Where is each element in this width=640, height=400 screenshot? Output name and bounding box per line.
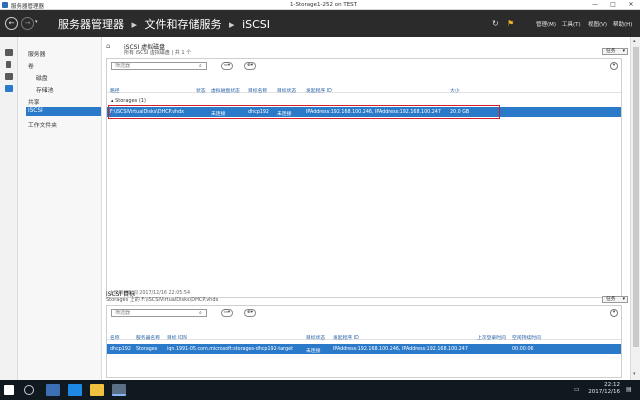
highlight-annotation-box	[108, 105, 500, 119]
network-icon[interactable]: ▭	[574, 386, 580, 393]
clock-time: 22:12	[604, 382, 620, 388]
server-manager-app-icon	[2, 2, 8, 8]
notification-icon[interactable]: ▤	[626, 386, 632, 393]
targets-filter-input[interactable]: 筛选器	[111, 309, 207, 317]
app-header: ← → ▾ 服务器管理器 ▸ 文件和存储服务 ▸ iSCSI ↻ ⚑ 管理(M)…	[0, 10, 640, 37]
taskbar-clock[interactable]: 22:12 2017/12/16	[588, 382, 620, 396]
menu-tools[interactable]: 工具(T)	[562, 20, 581, 28]
virtual-disks-subtitle: 所有 iSCSI 虚拟磁盘 | 共 1 个	[124, 50, 192, 56]
main-content: ⌂ iSCSI 虚拟磁盘 所有 iSCSI 虚拟磁盘 | 共 1 个 任务 筛选…	[102, 37, 630, 380]
virtual-disks-filter-input[interactable]: 筛选器	[111, 62, 207, 70]
search-icon[interactable]	[24, 385, 34, 395]
cell-idle-duration: 00:00:06	[512, 346, 534, 352]
table-row[interactable]: dhcp192 Storages iqn.1991-05.com.microso…	[107, 344, 621, 354]
virtual-disks-grid: 筛选器 ⌕ ☷▾ ⊕▾ ▾ 路径 状态 虚拟磁盘状态 目标名称 目标状态 发起程…	[106, 58, 622, 298]
col-status[interactable]: 状态	[196, 87, 206, 94]
search-icon[interactable]: ⌕	[199, 63, 202, 69]
taskbar: ▭ 22:12 2017/12/16 ▤	[0, 380, 640, 400]
breadcrumb: 服务器管理器 ▸ 文件和存储服务 ▸ iSCSI	[58, 16, 274, 32]
col-size[interactable]: 大小	[450, 87, 460, 94]
virtual-disk-icon: ⌂	[106, 42, 111, 50]
col-idle-duration[interactable]: 空闲持续时间	[512, 334, 541, 341]
cell-server-name: Storages	[136, 346, 158, 352]
ie-browser-icon[interactable]	[68, 384, 82, 396]
collapse-chevron-icon[interactable]: ▾	[610, 309, 618, 317]
targets-grid: 筛选器 ⌕ ☷▾ ⊕▾ ▾ 名称 服务器名称 目标 IQN 目标状态 发起程序 …	[106, 305, 622, 378]
windows-start-icon[interactable]	[4, 385, 14, 395]
back-arrow-icon[interactable]: ←	[5, 17, 18, 30]
file-storage-icon[interactable]	[5, 85, 13, 92]
notification-flag-icon[interactable]: ⚑	[507, 19, 514, 28]
cell-target-status: 未连接	[306, 348, 321, 354]
col-path[interactable]: 路径	[110, 87, 120, 94]
col-initiator-id[interactable]: 发起程序 ID	[306, 87, 332, 94]
cell-initiator-id: IPAddress:192.168.100.246, IPAddress:192…	[333, 346, 468, 352]
app-title: 服务器管理器	[11, 3, 45, 10]
breadcrumb-file-storage[interactable]: 文件和存储服务	[145, 18, 222, 31]
nav-item-work-folders[interactable]: 工作文件夹	[28, 120, 57, 129]
collapse-chevron-icon[interactable]: ▾	[610, 62, 618, 70]
targets-column-headers: 名称 服务器名称 目标 IQN 目标状态 发起程序 ID 上次登录时间 空闲持续…	[107, 332, 621, 341]
criteria-button[interactable]: ⊕▾	[244, 62, 256, 70]
breadcrumb-separator: ▸	[131, 18, 138, 31]
filter-bar: 筛选器 ⌕ ☷▾ ⊕▾ ▾	[107, 306, 621, 319]
menu-view[interactable]: 视图(V)	[588, 20, 607, 28]
cell-name: dhcp192	[110, 346, 131, 352]
nav-item-shares[interactable]: 共享	[28, 97, 40, 106]
search-icon[interactable]: ⌕	[199, 310, 202, 316]
file-explorer-icon[interactable]	[90, 384, 104, 396]
group-label: Storages (1)	[115, 98, 146, 104]
group-header-storages[interactable]: ▴ Storages (1)	[111, 98, 146, 104]
col-target-status[interactable]: 目标状态	[277, 87, 296, 94]
breadcrumb-separator: ▸	[229, 18, 235, 31]
col-server-name[interactable]: 服务器名称	[136, 334, 160, 341]
scrollbar-thumb[interactable]	[633, 47, 639, 347]
local-server-icon[interactable]	[6, 61, 11, 68]
col-target-iqn[interactable]: 目标 IQN	[167, 334, 187, 341]
nav-tree: 服务器 卷 磁盘 存储池 共享 iSCSI 工作文件夹	[18, 37, 102, 380]
scroll-down-icon[interactable]: ▾	[633, 371, 636, 377]
targets-subtitle: Storages 上的 F:\iSCSIVirtualDisks\DHCP.vh…	[106, 297, 219, 303]
col-initiator-id[interactable]: 发起程序 ID	[333, 334, 359, 341]
clock-date: 2017/12/16	[588, 389, 620, 395]
nav-item-volumes[interactable]: 卷	[28, 61, 34, 70]
dashboard-icon[interactable]	[5, 49, 13, 56]
forward-arrow-icon[interactable]: →	[21, 17, 34, 30]
nav-item-storage-pools[interactable]: 存储池	[36, 85, 53, 94]
criteria-button[interactable]: ⊕▾	[244, 309, 256, 317]
col-disk-status[interactable]: 虚拟磁盘状态	[211, 87, 240, 94]
scroll-up-icon[interactable]: ▴	[633, 38, 636, 44]
left-icon-strip	[0, 37, 18, 380]
maximize-button[interactable]: □	[604, 0, 622, 10]
col-target-name[interactable]: 目标名称	[248, 87, 267, 94]
virtual-disks-tasks-button[interactable]: 任务	[602, 48, 628, 55]
menu-manage[interactable]: 管理(M)	[536, 20, 556, 28]
window-titlebar: 服务器管理器 1-Storage1-252 on TEST — □ ✕	[0, 0, 640, 10]
remote-window-title: 1-Storage1-252 on TEST	[290, 1, 358, 8]
col-target-status[interactable]: 目标状态	[306, 334, 325, 341]
task-view-icon[interactable]	[46, 384, 60, 396]
nav-item-iscsi[interactable]: iSCSI	[28, 108, 43, 114]
virtual-disks-column-headers: 路径 状态 虚拟磁盘状态 目标名称 目标状态 发起程序 ID 大小	[107, 85, 621, 94]
list-options-button[interactable]: ☷▾	[221, 62, 233, 70]
list-options-button[interactable]: ☷▾	[221, 309, 233, 317]
col-name[interactable]: 名称	[110, 334, 120, 341]
col-last-login[interactable]: 上次登录时间	[477, 334, 506, 341]
nav-item-disks[interactable]: 磁盘	[36, 73, 48, 82]
breadcrumb-server-manager[interactable]: 服务器管理器	[58, 18, 124, 31]
refresh-icon[interactable]: ↻	[492, 19, 499, 28]
main-scrollbar[interactable]: ▴ ▾	[630, 37, 640, 380]
breadcrumb-iscsi[interactable]: iSCSI	[242, 18, 270, 31]
cell-target-iqn: iqn.1991-05.com.microsoft:storages-dhcp1…	[167, 346, 293, 352]
targets-tasks-button[interactable]: 任务	[602, 296, 628, 303]
nav-item-servers[interactable]: 服务器	[28, 49, 45, 58]
filter-bar: 筛选器 ⌕ ☷▾ ⊕▾ ▾	[107, 59, 621, 72]
all-servers-icon[interactable]	[5, 73, 13, 80]
menu-help[interactable]: 帮助(H)	[613, 20, 632, 28]
history-dropdown-icon[interactable]: ▾	[35, 19, 38, 25]
server-manager-taskbar-icon[interactable]	[112, 384, 126, 396]
close-button[interactable]: ✕	[622, 0, 640, 10]
minimize-button[interactable]: —	[586, 0, 604, 10]
